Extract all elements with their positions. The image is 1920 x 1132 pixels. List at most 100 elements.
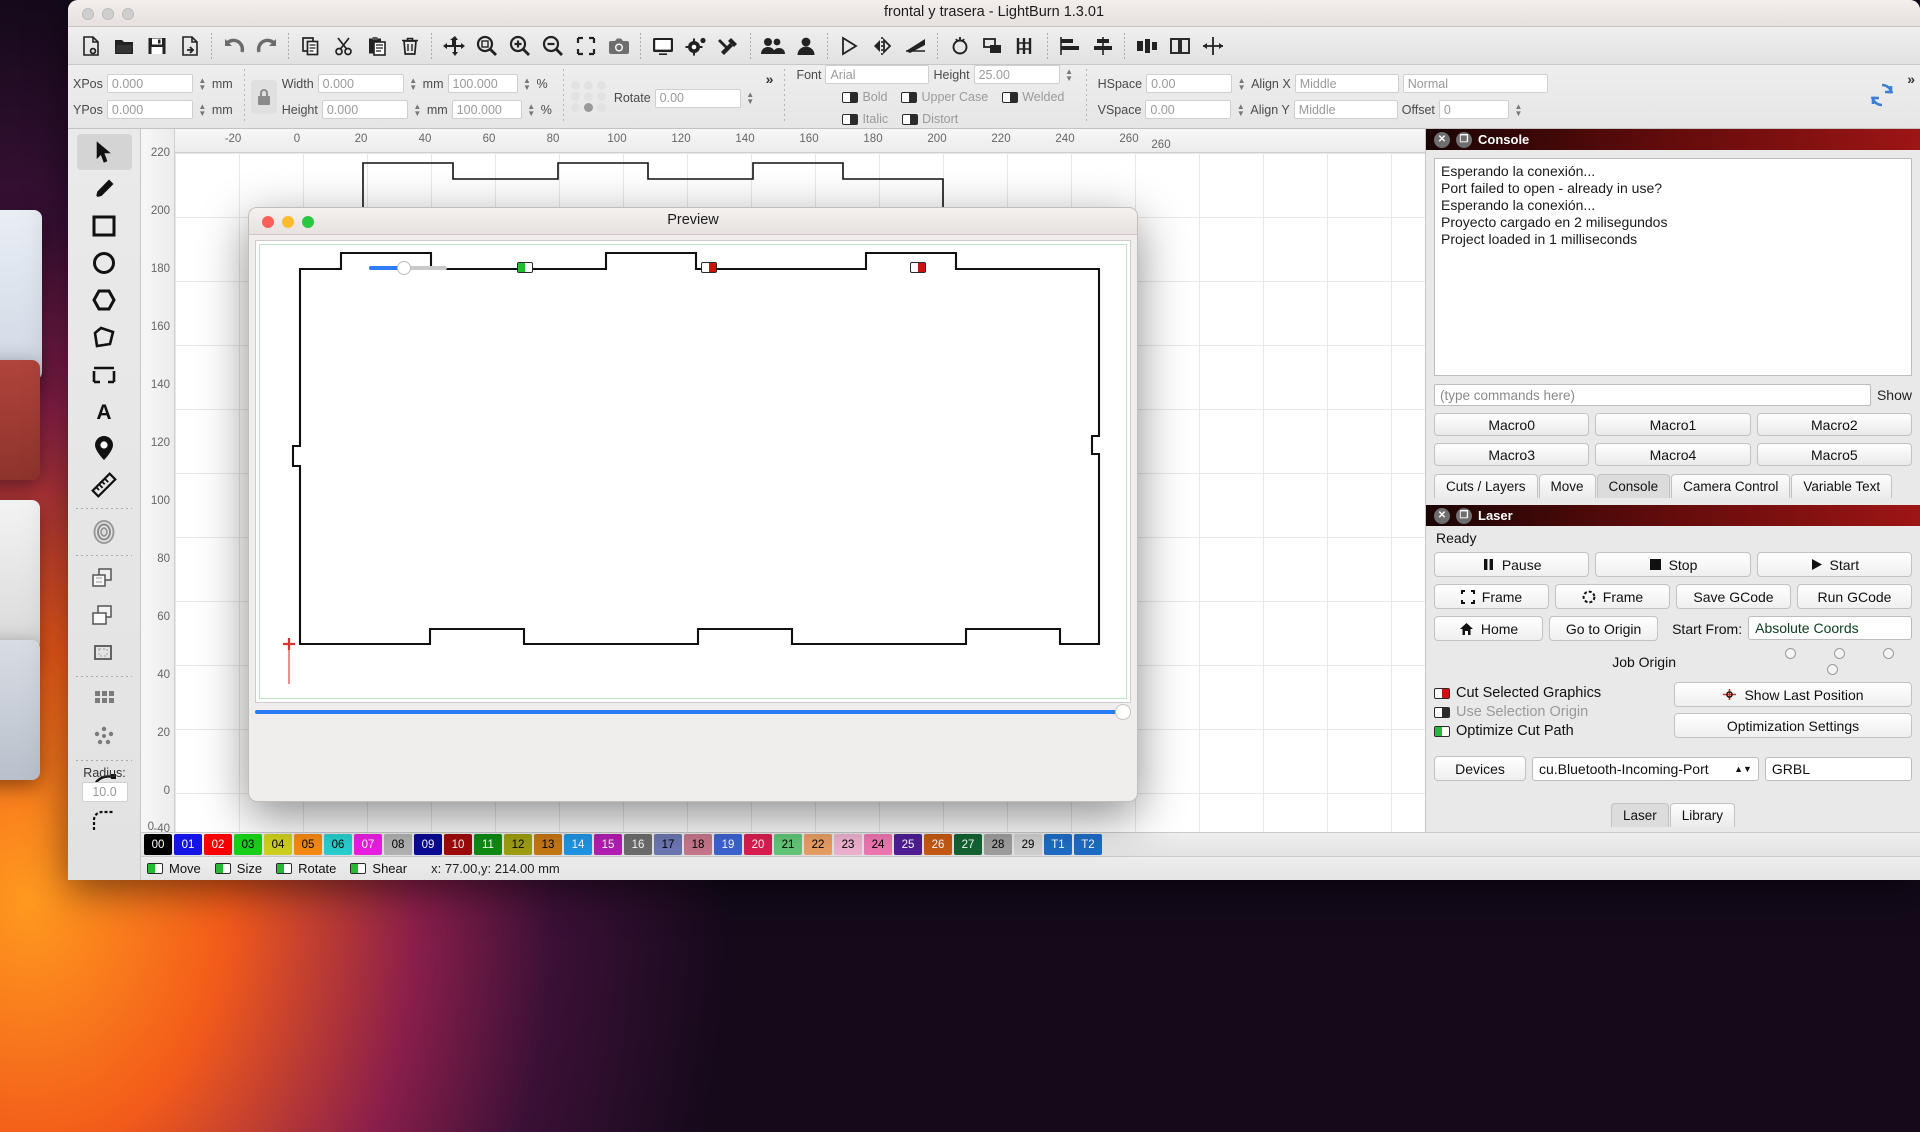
job-origin-tr[interactable] (1883, 648, 1894, 659)
status-size-toggle[interactable]: Size (214, 861, 262, 876)
distort-toggle[interactable]: Distort (902, 112, 958, 126)
show-traversal-switch[interactable] (516, 262, 533, 273)
tab-move[interactable]: Move (1538, 474, 1596, 498)
preview-playback-scrubber[interactable] (255, 704, 1131, 720)
job-origin-tc[interactable] (1834, 648, 1845, 659)
trace-image-icon[interactable] (77, 514, 132, 550)
palette-swatch-13[interactable]: 13 (534, 834, 562, 855)
copy-icon[interactable] (294, 29, 327, 62)
mirror-h-icon[interactable] (866, 29, 899, 62)
zoom-fit-icon[interactable] (470, 29, 503, 62)
size-switch[interactable] (214, 863, 231, 874)
slider-knob[interactable] (396, 260, 411, 275)
move-icon[interactable] (437, 29, 470, 62)
palette-swatch-17[interactable]: 17 (654, 834, 682, 855)
stop-button[interactable]: Stop (1595, 552, 1751, 577)
anchor-ml[interactable] (570, 92, 580, 101)
optimize-cut-path-toggle[interactable]: Optimize Cut Path (1434, 723, 1664, 739)
palette-swatch-22[interactable]: 22 (804, 834, 832, 855)
palette-swatch-06[interactable]: 06 (324, 834, 352, 855)
tab-laser[interactable]: Laser (1610, 803, 1669, 827)
welded-toggle[interactable]: Welded (1002, 90, 1064, 104)
text-style-select[interactable]: Normal (1402, 74, 1548, 93)
shear-switch[interactable] (350, 863, 367, 874)
invert-switch[interactable] (910, 262, 927, 273)
tab-console[interactable]: Console (1596, 474, 1671, 498)
circular-array-icon[interactable] (77, 719, 132, 755)
run-gcode-button[interactable]: Run GCode (1797, 584, 1912, 609)
cut-selected-graphics-toggle[interactable]: Cut Selected Graphics (1434, 685, 1664, 701)
anchor-bc[interactable] (583, 103, 593, 112)
anchor-mr[interactable] (596, 92, 606, 101)
palette-swatch-20[interactable]: 20 (744, 834, 772, 855)
tab-library[interactable]: Library (1669, 803, 1736, 827)
palette-swatch-28[interactable]: 28 (984, 834, 1012, 855)
shade-power-switch[interactable] (701, 262, 718, 273)
rectangle-icon[interactable] (77, 208, 132, 244)
palette-swatch-23[interactable]: 23 (834, 834, 862, 855)
console-float-icon[interactable]: ❐ (1456, 131, 1472, 148)
palette-swatch-10[interactable]: 10 (444, 834, 472, 855)
palette-swatch-T2[interactable]: T2 (1074, 834, 1102, 855)
job-origin-tl[interactable] (1785, 648, 1796, 659)
console-close-icon[interactable]: ✕ (1434, 131, 1450, 148)
tab-cuts-layers[interactable]: Cuts / Layers (1434, 474, 1538, 498)
copy-along-path-icon[interactable] (77, 598, 132, 634)
palette-swatch-03[interactable]: 03 (234, 834, 262, 855)
palette-swatch-16[interactable]: 16 (624, 834, 652, 855)
console-command-input[interactable]: (type commands here) (1434, 384, 1871, 406)
italic-toggle[interactable]: Italic (842, 112, 888, 126)
use-selection-origin-switch[interactable] (1434, 706, 1450, 718)
playback-speed-slider[interactable] (368, 260, 447, 275)
group-icon[interactable] (1163, 29, 1196, 62)
font-height-stepper[interactable]: ▲ ▼ (1064, 65, 1075, 84)
laser-float-icon[interactable]: ❐ (1456, 507, 1472, 524)
settings-gear-icon[interactable] (679, 29, 712, 62)
palette-swatch-19[interactable]: 19 (714, 834, 742, 855)
user-icon[interactable] (789, 29, 822, 62)
save-gcode-button[interactable]: Save GCode (1676, 584, 1791, 609)
align-left-icon[interactable] (1053, 29, 1086, 62)
device-select[interactable]: cu.Bluetooth-Incoming-Port ▲▼ (1532, 756, 1759, 781)
anchor-point-selector[interactable] (570, 80, 609, 113)
paste-icon[interactable] (360, 29, 393, 62)
open-folder-icon[interactable] (107, 29, 140, 62)
polygon-icon[interactable] (77, 282, 132, 318)
devices-button[interactable]: Devices (1434, 756, 1526, 781)
pause-button[interactable]: Pause (1434, 552, 1590, 577)
scrubber-track[interactable] (255, 710, 1119, 714)
palette-swatch-14[interactable]: 14 (564, 834, 592, 855)
optimize-cut-path-switch[interactable] (1434, 725, 1450, 737)
alignx-select[interactable]: Middle (1294, 74, 1399, 93)
ellipse-icon[interactable] (77, 245, 132, 281)
expand-properties-button[interactable]: » (1907, 71, 1915, 87)
refresh-icon[interactable] (1867, 80, 1897, 113)
show-last-position-button[interactable]: Show Last Position (1674, 682, 1912, 707)
pencil-icon[interactable] (77, 171, 132, 207)
frame-round-button[interactable]: Frame (1555, 584, 1670, 609)
monitor-icon[interactable] (646, 29, 679, 62)
palette-swatch-11[interactable]: 11 (474, 834, 502, 855)
aligny-select[interactable]: Middle (1293, 100, 1398, 119)
xpos-input[interactable]: 0.000 (106, 74, 193, 93)
anchor-tr[interactable] (596, 81, 606, 90)
optimization-settings-button[interactable]: Optimization Settings (1674, 713, 1912, 738)
palette-swatch-29[interactable]: 29 (1014, 834, 1042, 855)
uppercase-toggle[interactable]: Upper Case (901, 90, 988, 104)
width-input[interactable]: 0.000 (317, 74, 404, 93)
ypos-input[interactable]: 0.000 (106, 100, 193, 119)
height-scale-input[interactable]: 100.000 (451, 100, 522, 119)
hspace-stepper[interactable]: ▲ ▼ (1236, 74, 1247, 93)
radius-input[interactable]: 10.0 (81, 782, 128, 802)
vspace-input[interactable]: 0.00 (1145, 100, 1232, 119)
tools-icon[interactable] (712, 29, 745, 62)
job-origin-ml[interactable] (1827, 664, 1838, 675)
vspace-stepper[interactable]: ▲ ▼ (1235, 100, 1246, 119)
align-center-icon[interactable] (1086, 29, 1119, 62)
expand-toolbar-button[interactable]: » (766, 71, 774, 87)
position-marker-icon[interactable] (77, 430, 132, 466)
macro-button-1[interactable]: Macro1 (1595, 413, 1751, 436)
status-shear-toggle[interactable]: Shear (350, 861, 407, 876)
font-height-input[interactable]: 25.00 (973, 65, 1060, 84)
use-selection-origin-toggle[interactable]: Use Selection Origin (1434, 704, 1664, 720)
